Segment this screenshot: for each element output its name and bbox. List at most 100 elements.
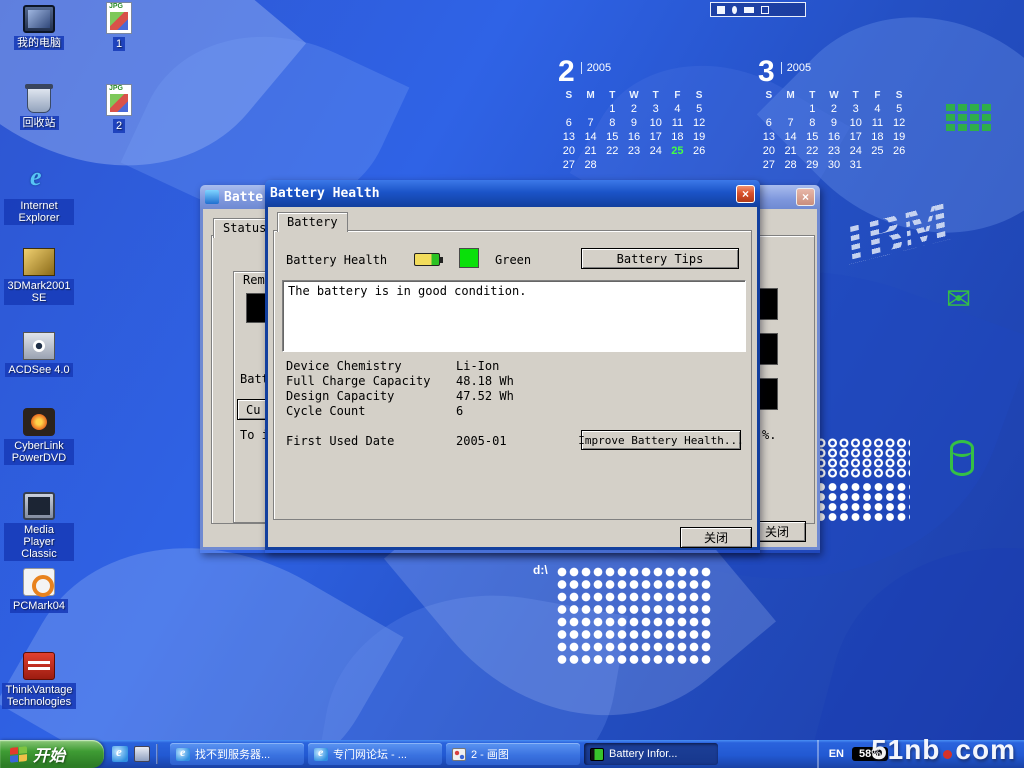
percent-label: %.	[762, 428, 776, 442]
desktop-icon-internet-explorer[interactable]: Internet Explorer	[4, 168, 74, 225]
taskbar-button-ie[interactable]: 找不到服务器...	[170, 743, 304, 765]
calendar-date	[780, 103, 802, 115]
taskbar-button-label: 找不到服务器...	[195, 746, 270, 762]
taskbar-button-ie[interactable]: 专门网论坛 - ...	[308, 743, 442, 765]
calendar-date: 21	[580, 145, 602, 157]
close-icon[interactable]	[736, 185, 755, 203]
calendar-date: 27	[558, 159, 580, 171]
desktop-file-jpg-file-2[interactable]: JPG2	[96, 84, 142, 133]
taskbar-button-battery[interactable]: Battery Infor...	[584, 743, 718, 765]
calendar-date: 19	[688, 131, 710, 143]
ie-icon	[314, 748, 328, 761]
desktop-icon-label: 回收站	[20, 116, 59, 130]
calendar-date	[623, 159, 645, 171]
condition-text: The battery is in good condition.	[288, 284, 526, 298]
calendar-date	[867, 159, 889, 171]
dot-grid-center	[556, 566, 713, 667]
calendar-date: 2	[623, 103, 645, 115]
calendar-day-header: W	[823, 90, 845, 101]
calendar-date: 18	[867, 131, 889, 143]
dot-grid-right	[816, 482, 910, 522]
ibm-logo: IBM	[835, 186, 956, 279]
ie-quicklaunch-icon[interactable]	[112, 746, 128, 762]
taskbar-button-label: 2 - 画图	[471, 746, 509, 762]
calendar-date: 21	[780, 145, 802, 157]
language-indicator[interactable]: EN	[829, 748, 844, 760]
calendar-day-header: W	[623, 90, 645, 101]
calendar-date: 3	[845, 103, 867, 115]
recycle-bin-icon	[27, 85, 51, 113]
calendar-date: 12	[888, 117, 910, 129]
calendar-date: 25	[667, 145, 689, 157]
desktop-icon-label: Media Player Classic	[4, 523, 74, 561]
calendar-day-header: F	[867, 90, 889, 101]
jpg-file-icon: JPG	[106, 84, 132, 116]
calendar-month-number: 2	[558, 58, 575, 86]
taskbar-button-label: 专门网论坛 - ...	[333, 746, 407, 762]
calendar-date: 5	[888, 103, 910, 115]
media-player-classic-icon	[23, 492, 55, 520]
status-color-swatch	[459, 248, 479, 268]
close-button[interactable]: 关闭	[680, 527, 752, 548]
calendar-date: 28	[780, 159, 802, 171]
calendar-date: 10	[645, 117, 667, 129]
battery-tips-button[interactable]: Battery Tips	[581, 248, 739, 269]
ie-icon	[176, 748, 190, 761]
desktop-icon-3dmark2001-se[interactable]: 3DMark2001 SE	[4, 248, 74, 305]
calendar-date	[758, 103, 780, 115]
calendar-date: 6	[558, 117, 580, 129]
tab-battery[interactable]: Battery	[277, 212, 348, 232]
jpg-file-icon: JPG	[106, 2, 132, 34]
desktop-icon-my-computer[interactable]: 我的电脑	[4, 5, 74, 50]
close-icon[interactable]	[796, 188, 815, 206]
calendar-date: 22	[801, 145, 823, 157]
calendar-year: 2005	[781, 62, 811, 74]
calendar-date: 8	[801, 117, 823, 129]
acdsee-4-icon	[23, 332, 55, 360]
desktop-file-label: 1	[113, 37, 125, 51]
desktop-icon-label: 3DMark2001 SE	[4, 279, 74, 305]
battery-health-titlebar[interactable]: Battery Health	[265, 180, 760, 207]
calendar-date: 26	[888, 145, 910, 157]
calendar-date: 13	[758, 131, 780, 143]
calendar-date: 16	[623, 131, 645, 143]
calendar-date: 4	[667, 103, 689, 115]
watermark-suffix: com	[955, 734, 1016, 766]
start-button[interactable]: 开始	[0, 740, 104, 768]
calendar-date: 20	[558, 145, 580, 157]
calendar-month-number: 3	[758, 58, 775, 86]
calendar-date	[667, 159, 689, 171]
taskbar-button-label: Battery Infor...	[609, 748, 677, 760]
calendar-date: 16	[823, 131, 845, 143]
thinkvantage-technologies-icon	[23, 652, 55, 680]
system-status-icons	[710, 2, 806, 17]
calendar-date: 13	[558, 131, 580, 143]
improve-battery-health-button[interactable]: Improve Battery Health...	[581, 430, 741, 450]
my-computer-icon	[23, 5, 55, 33]
calendar-date: 10	[845, 117, 867, 129]
condition-textbox[interactable]: The battery is in good condition.	[282, 280, 746, 352]
desktop-icon-recycle-bin[interactable]: 回收站	[4, 85, 74, 130]
pcmark04-icon	[23, 568, 55, 596]
calendar-march-2005: 32005 SMTWTFS123456789101112131415161718…	[758, 58, 910, 171]
internet-explorer-icon	[23, 168, 55, 196]
desktop-icon-cyberlink-powerdvd[interactable]: CyberLink PowerDVD	[4, 408, 74, 465]
calendar-date: 28	[580, 159, 602, 171]
desktop-icon-pcmark04[interactable]: PCMark04	[4, 568, 74, 613]
show-desktop-icon[interactable]	[134, 746, 150, 762]
calendar-date: 5	[688, 103, 710, 115]
desktop-icon-media-player-classic[interactable]: Media Player Classic	[4, 492, 74, 561]
first-used-date-label: First Used Date	[286, 434, 394, 448]
calendar-day-header: F	[667, 90, 689, 101]
field-full-charge-capacity-value: 48.18 Wh	[456, 374, 514, 388]
desktop-icon-acdsee-4[interactable]: ACDSee 4.0	[4, 332, 74, 377]
calendar-date: 18	[667, 131, 689, 143]
calendar-date: 27	[758, 159, 780, 171]
desktop-icon-thinkvantage-technologies[interactable]: ThinkVantage Technologies	[4, 652, 74, 709]
quick-launch	[104, 744, 166, 764]
desktop-icon-label: PCMark04	[10, 599, 68, 613]
desktop-file-jpg-file-1[interactable]: JPG 1	[96, 2, 142, 51]
calendar-day-header: S	[758, 90, 780, 101]
taskbar-button-paint[interactable]: 2 - 画图	[446, 743, 580, 765]
calendar-date: 7	[780, 117, 802, 129]
